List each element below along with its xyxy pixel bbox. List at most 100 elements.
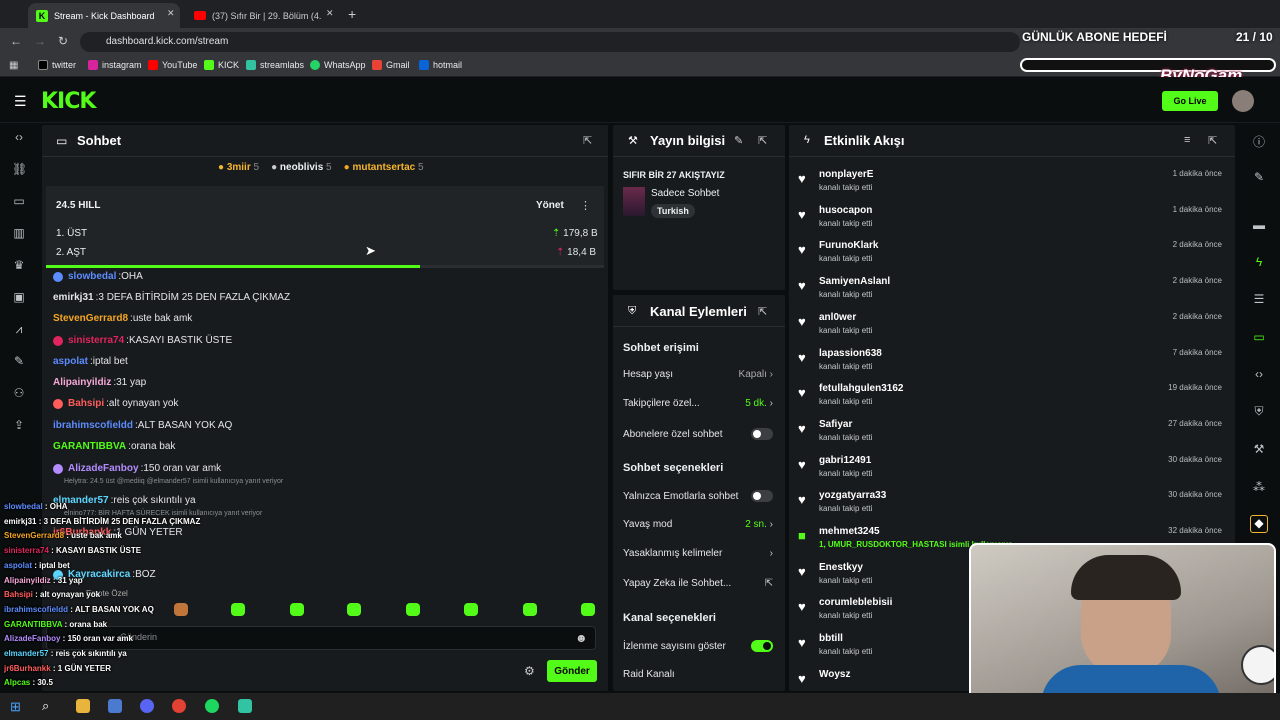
setting-row[interactable]: Hesap yaşı Kapalı ›: [623, 369, 773, 380]
bookmark-kick[interactable]: KICK: [204, 60, 239, 70]
windows-start-icon[interactable]: ⊞: [10, 699, 21, 715]
window-icon[interactable]: ▭: [12, 194, 26, 208]
bookmark-twitter[interactable]: twitter: [38, 60, 76, 70]
emote-icon[interactable]: [231, 603, 245, 616]
popout-icon[interactable]: ⇱: [583, 134, 592, 147]
filter-icon[interactable]: ≡: [1184, 134, 1190, 146]
tab-youtube[interactable]: (37) Sıfır Bir | 29. Bölüm (4. SE...: [186, 3, 346, 28]
app-icon[interactable]: [108, 699, 122, 713]
category-name[interactable]: Sadece Sohbet: [651, 188, 719, 199]
emote-only-toggle[interactable]: [751, 490, 773, 502]
popout-icon[interactable]: ⇱: [1208, 134, 1217, 147]
community-icon[interactable]: ⚇: [12, 386, 26, 400]
spotify-icon[interactable]: [205, 699, 219, 713]
chrome-icon[interactable]: [172, 699, 186, 713]
apps-grid-icon[interactable]: ▦: [9, 60, 18, 71]
bookmark-hotmail[interactable]: hotmail: [419, 60, 462, 70]
supporter-item[interactable]: ● 3miir 5: [218, 162, 259, 173]
chat-username[interactable]: Bahsipi: [68, 398, 104, 409]
chat-username[interactable]: GARANTIBBVA: [53, 441, 126, 452]
activity-item[interactable]: ♥ FurunoKlark kanalı takip etti 2 dakika ön…: [798, 239, 1228, 271]
file-explorer-icon[interactable]: [76, 699, 90, 713]
chat-username[interactable]: slowbedal: [68, 271, 116, 282]
video-icon[interactable]: ▣: [12, 290, 26, 304]
chat-username[interactable]: emirkj31: [53, 292, 94, 303]
activity-item[interactable]: ♥ husocapon kanalı takip etti 1 dakika önce: [798, 204, 1228, 236]
manage-button[interactable]: Yönet: [536, 200, 564, 211]
more-options-icon[interactable]: ⋮: [580, 199, 591, 212]
avatar[interactable]: [1232, 90, 1254, 112]
edit-icon[interactable]: ✎: [1250, 170, 1268, 188]
kick-logo[interactable]: KICK: [41, 89, 96, 114]
subscriber-chat-toggle[interactable]: [751, 428, 773, 440]
close-tab-icon[interactable]: ✕: [167, 8, 175, 19]
bookmark-streamlabs[interactable]: streamlabs: [246, 60, 304, 70]
emote-icon[interactable]: [581, 603, 595, 616]
emoji-icon[interactable]: ☻: [575, 631, 588, 645]
new-tab-button[interactable]: +: [348, 6, 356, 22]
activity-item[interactable]: ♥ Safiyar kanalı takip etti 27 dakika önce: [798, 418, 1228, 450]
discord-icon[interactable]: [140, 699, 154, 713]
trophy-icon[interactable]: ♛: [12, 258, 26, 272]
emote-icon[interactable]: [523, 603, 537, 616]
chat-username[interactable]: AlizadeFanboy: [68, 463, 139, 474]
broadcast-icon[interactable]: ‹›: [12, 130, 26, 144]
bookmark-instagram[interactable]: instagram: [88, 60, 142, 70]
chat-username[interactable]: StevenGerrard8: [53, 313, 128, 324]
setting-row[interactable]: Yavaş mod 2 sn. ›: [623, 519, 773, 530]
bookmark-whatsapp[interactable]: WhatsApp: [310, 60, 366, 70]
share-icon[interactable]: ⁂: [1250, 480, 1268, 498]
lightning-icon[interactable]: ϟ: [1250, 255, 1268, 273]
supporter-item[interactable]: ● mutantsertac 5: [344, 162, 424, 173]
setting-row[interactable]: Raid Kanalı: [623, 669, 773, 680]
chat-username[interactable]: ibrahimscofieldd: [53, 420, 133, 431]
emote-icon[interactable]: [406, 603, 420, 616]
code-icon[interactable]: ‹›: [1250, 367, 1268, 385]
prediction-option-label[interactable]: 2. AŞT: [56, 247, 86, 258]
close-tab-icon[interactable]: ✕: [326, 8, 334, 19]
wrench-icon[interactable]: ✎: [12, 354, 26, 368]
emote-icon[interactable]: [290, 603, 304, 616]
menu-icon[interactable]: ☰: [14, 93, 27, 110]
activity-item[interactable]: ♥ fetullahgulen3162 kanalı takip etti 19 da…: [798, 382, 1228, 414]
forward-icon[interactable]: →: [34, 34, 46, 48]
activity-item[interactable]: ♥ anl0wer kanalı takip etti 2 dakika önce: [798, 311, 1228, 343]
setting-row[interactable]: Takipçilere özel... 5 dk. ›: [623, 398, 773, 409]
activity-item[interactable]: ♥ gabri12491 kanalı takip etti 30 dakika ön…: [798, 454, 1228, 486]
list-icon[interactable]: ☰: [1250, 292, 1268, 310]
tab-kick-dashboard[interactable]: K Stream - Kick Dashboard: [28, 3, 180, 28]
edit-icon[interactable]: ✎: [734, 134, 743, 147]
stats-icon[interactable]: ▥: [12, 226, 26, 240]
setting-row[interactable]: Yasaklanmış kelimeler ›: [623, 548, 773, 559]
go-live-button[interactable]: Go Live: [1162, 91, 1218, 111]
activity-item[interactable]: ♥ SamiyenAslanl kanalı takip etti 2 dakika …: [798, 275, 1228, 307]
activity-item[interactable]: ♥ yozgatyarra33 kanalı takip etti 30 dakika…: [798, 489, 1228, 521]
chat-username[interactable]: sinisterra74: [68, 335, 124, 346]
emote-icon[interactable]: [174, 603, 188, 616]
prediction-icon[interactable]: ◆: [1250, 515, 1268, 533]
popout-icon[interactable]: ⇱: [758, 134, 767, 147]
video-icon[interactable]: ▬: [1250, 218, 1268, 236]
send-button[interactable]: Gönder: [547, 660, 597, 682]
activity-item[interactable]: ♥ nonplayerE kanalı takip etti 1 dakika önc…: [798, 168, 1228, 200]
upload-icon[interactable]: ⇪: [12, 418, 26, 432]
link-icon[interactable]: ⛓: [12, 162, 27, 176]
chat-username[interactable]: aspolat: [53, 356, 88, 367]
setting-row[interactable]: Yapay Zeka ile Sohbet... ⇱: [623, 578, 773, 589]
bookmark-gmail[interactable]: Gmail: [372, 60, 410, 70]
bookmark-youtube[interactable]: YouTube: [148, 60, 197, 70]
chat-icon[interactable]: ▭: [1250, 330, 1268, 348]
gear-icon[interactable]: ⚙: [524, 664, 535, 678]
streamlabs-icon[interactable]: [238, 699, 252, 713]
popout-icon[interactable]: ⇱: [758, 305, 767, 318]
back-icon[interactable]: ←: [10, 34, 22, 48]
viewer-count-toggle[interactable]: [751, 640, 773, 652]
chat-username[interactable]: Alipainyildiz: [53, 377, 111, 388]
supporter-item[interactable]: ● neoblivis 5: [271, 162, 332, 173]
emote-icon[interactable]: [347, 603, 361, 616]
info-icon[interactable]: ⓘ: [1250, 133, 1268, 151]
emote-icon[interactable]: [464, 603, 478, 616]
shield-icon[interactable]: ⛨: [1250, 404, 1268, 422]
reload-icon[interactable]: ↻: [58, 34, 68, 48]
chart-icon[interactable]: ⩘: [12, 322, 26, 336]
